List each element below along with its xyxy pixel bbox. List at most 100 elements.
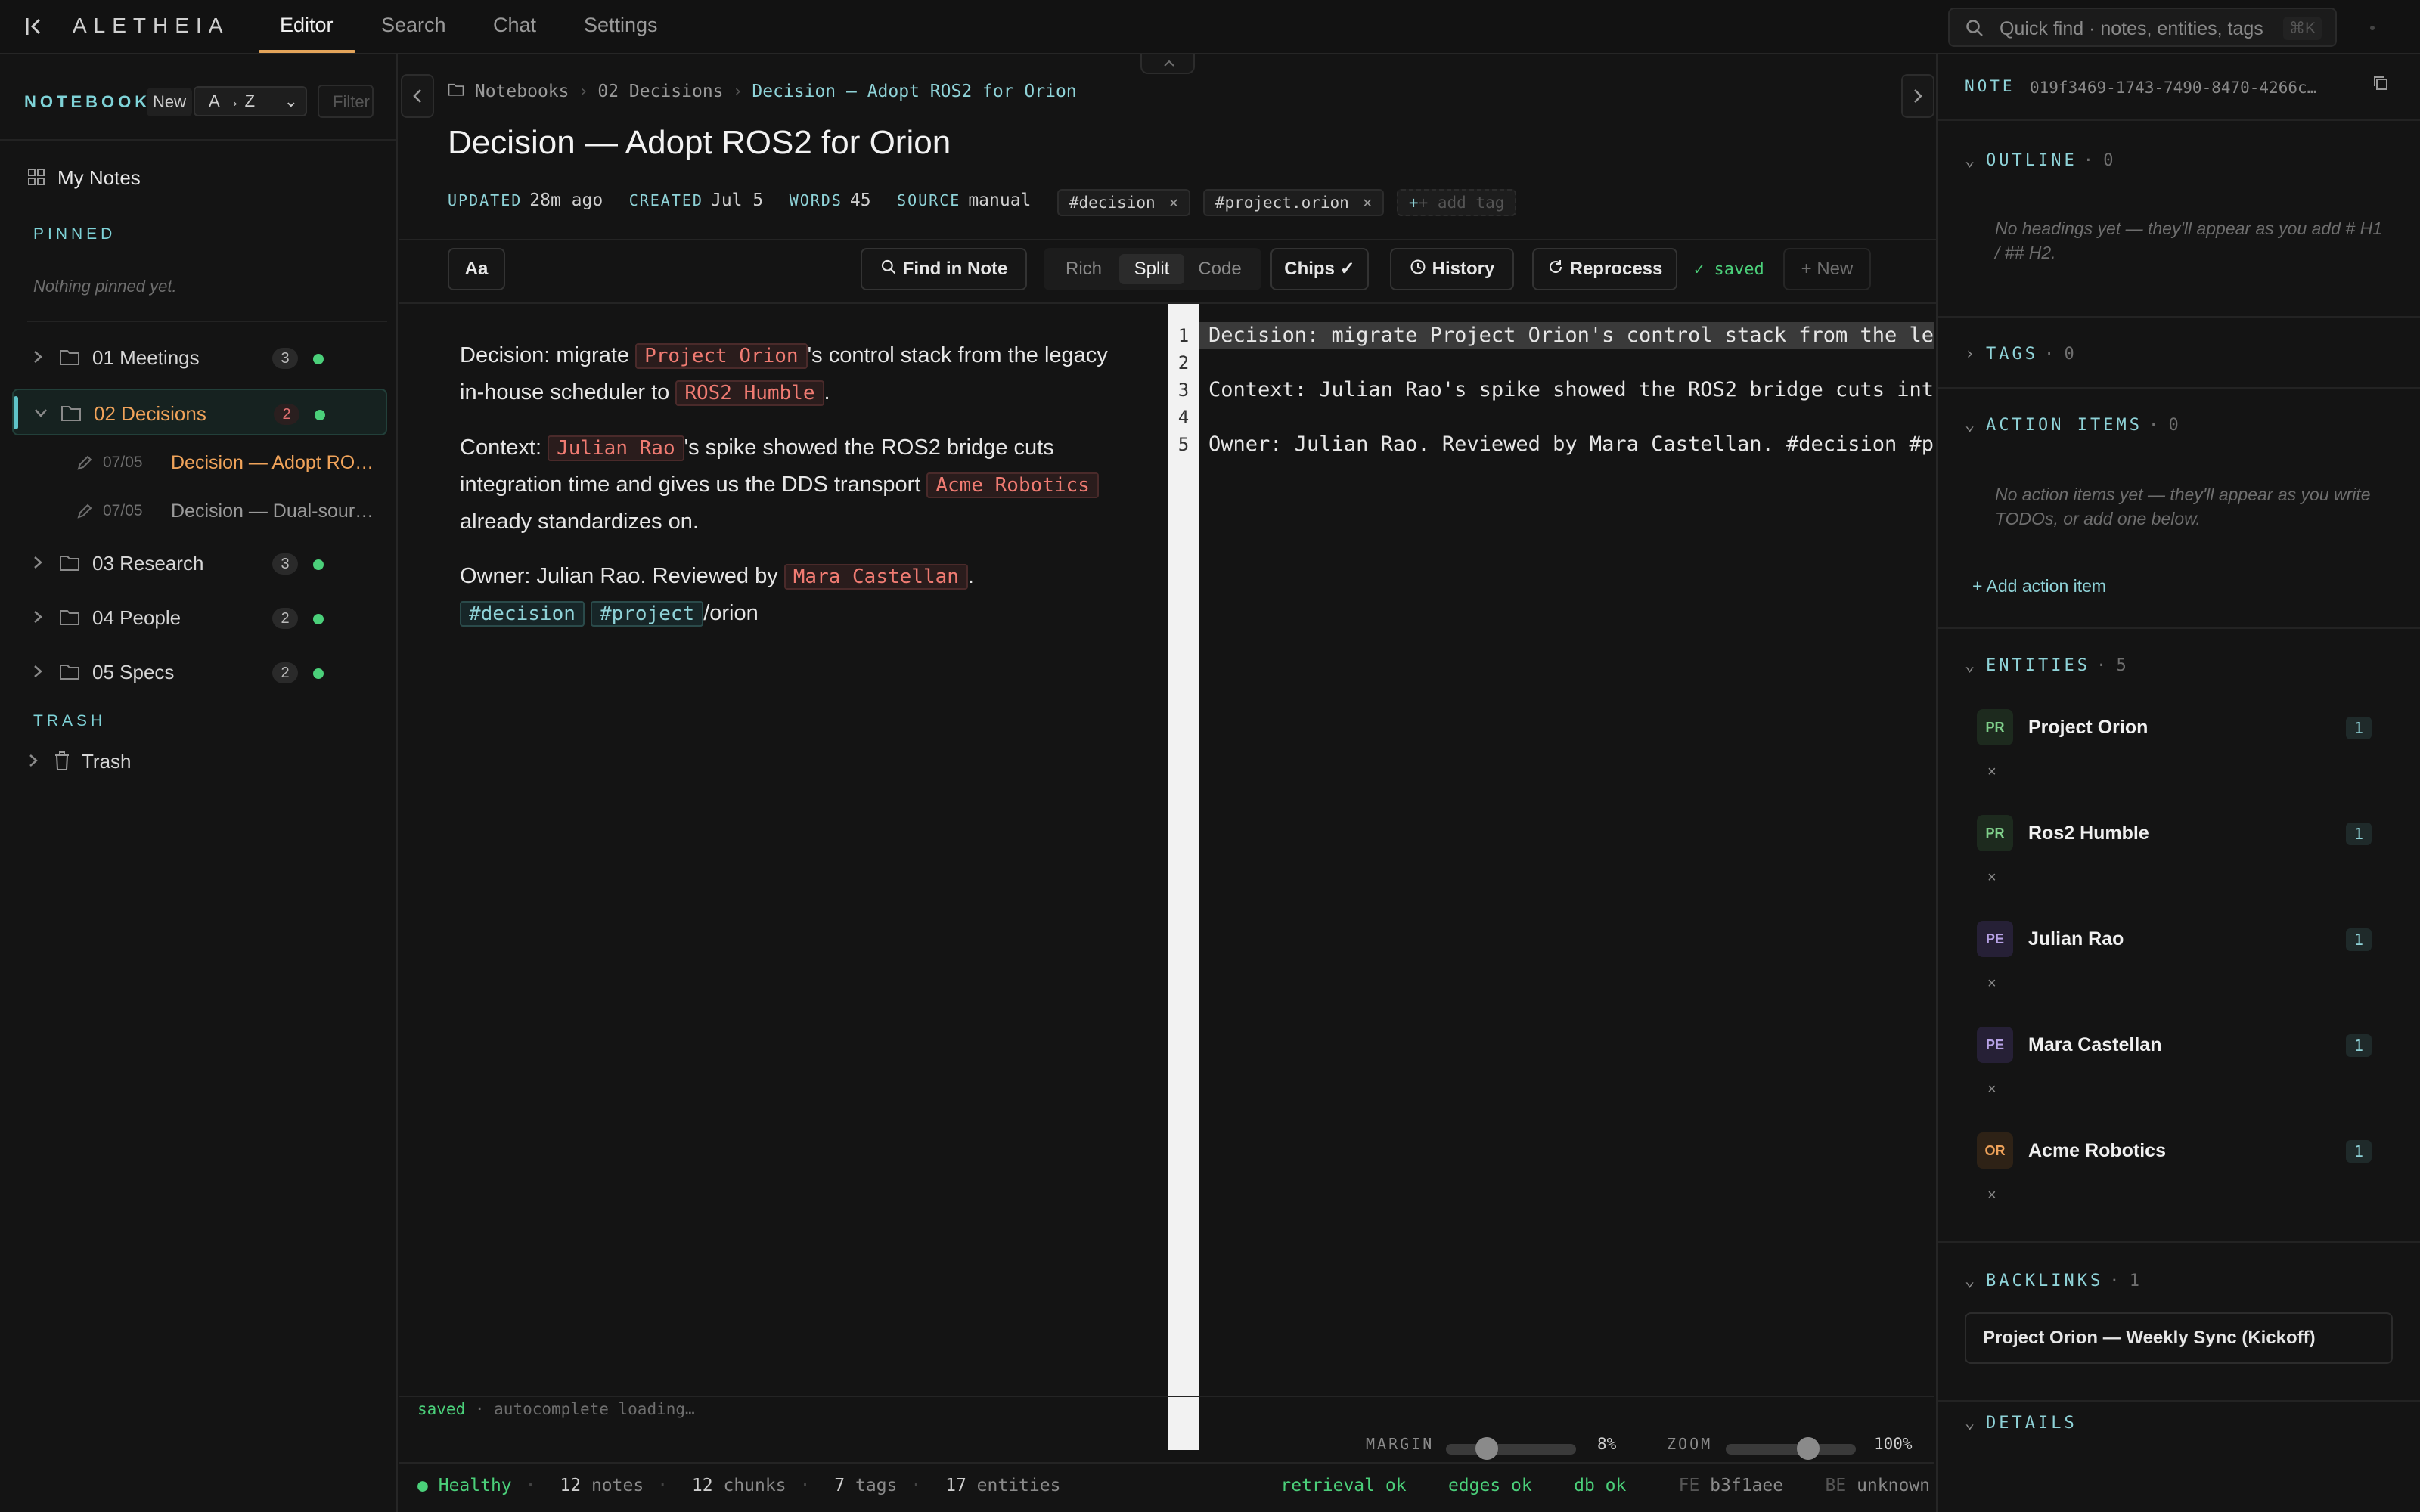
add-tag-button[interactable]: ++ add tag xyxy=(1396,189,1517,216)
text: Context: xyxy=(460,435,548,460)
entity-chip-project-orion[interactable]: Project Orion xyxy=(635,343,808,369)
remove-entity-icon[interactable]: × xyxy=(1987,1081,1996,1098)
remove-entity-icon[interactable]: × xyxy=(1987,975,1996,993)
hashtag-decision[interactable]: #decision xyxy=(460,601,585,627)
section-title: TAGS xyxy=(1986,345,2038,364)
entity-name[interactable]: Julian Rao xyxy=(2028,928,2124,950)
tab-search[interactable]: Search xyxy=(381,14,446,37)
folder-icon xyxy=(59,608,80,630)
entity-row[interactable]: PE Julian Rao 1 × xyxy=(1977,916,2400,1015)
chips-toggle-button[interactable]: Chips ✓ xyxy=(1270,248,1369,290)
folder-people[interactable]: 04 People 2 xyxy=(12,594,387,641)
entity-row[interactable]: OR Acme Robotics 1 × xyxy=(1977,1128,2400,1226)
backlink-item[interactable]: Project Orion — Weekly Sync (Kickoff) xyxy=(1965,1312,2393,1364)
chevron-down-icon: ⌄ xyxy=(1965,1414,1975,1433)
entity-name[interactable]: Ros2 Humble xyxy=(2028,823,2149,844)
copy-icon[interactable] xyxy=(2372,74,2390,96)
hashtag-project[interactable]: #project xyxy=(590,601,704,627)
paragraph: Decision: migrate Project Orion's contro… xyxy=(460,337,1110,411)
note-item-dual-source[interactable]: 07/05 Decision — Dual-source… xyxy=(76,493,386,531)
be-version: unknown xyxy=(1857,1476,1930,1495)
status-dot xyxy=(2370,26,2375,30)
fe-label: FE xyxy=(1678,1476,1700,1495)
slider-knob[interactable] xyxy=(1796,1437,1820,1460)
sort-select[interactable]: A → Z ⌄ xyxy=(194,86,307,116)
tab-settings[interactable]: Settings xyxy=(584,14,658,37)
entity-name[interactable]: Acme Robotics xyxy=(2028,1140,2166,1162)
folder-meetings[interactable]: 01 Meetings 3 xyxy=(12,334,387,381)
find-in-note-button[interactable]: Find in Note xyxy=(861,248,1027,290)
divider xyxy=(1938,316,2420,318)
entity-chip-mara-castellan[interactable]: Mara Castellan xyxy=(783,564,968,590)
meta-source: manual xyxy=(968,191,1032,211)
entity-row[interactable]: PE Mara Castellan 1 × xyxy=(1977,1022,2400,1120)
saved-indicator: ✓ saved xyxy=(1694,260,1764,279)
new-notebook-button[interactable]: New xyxy=(147,88,193,116)
trash-name: Trash xyxy=(82,750,132,773)
chevron-down-icon: ⌄ xyxy=(1965,151,1975,170)
entity-row[interactable]: PR Ros2 Humble 1 × xyxy=(1977,810,2400,909)
divider xyxy=(399,1462,1934,1464)
remove-entity-icon[interactable]: × xyxy=(1987,869,1996,887)
remove-entity-icon[interactable]: × xyxy=(1987,1187,1996,1204)
mode-split-button[interactable]: Split xyxy=(1119,254,1184,284)
entity-avatar: PR xyxy=(1977,815,2013,851)
folder-research[interactable]: 03 Research 3 xyxy=(12,540,387,587)
chevron-right-icon xyxy=(26,751,41,773)
filter-input[interactable]: Filter xyxy=(318,85,374,118)
font-button[interactable]: Aa xyxy=(448,248,505,290)
action-items-section-header[interactable]: ⌄ ACTION ITEMS · 0 xyxy=(1965,416,2179,435)
meta-label: UPDATED xyxy=(448,191,523,210)
entity-row[interactable]: PR Project Orion 1 × xyxy=(1977,705,2400,803)
code-line: Context: Julian Rao's spike showed the R… xyxy=(1208,378,1934,401)
breadcrumb-folder[interactable]: 02 Decisions xyxy=(597,82,723,101)
reprocess-button[interactable]: Reprocess xyxy=(1532,248,1677,290)
margin-slider[interactable] xyxy=(1446,1437,1576,1460)
remove-tag-icon[interactable]: × xyxy=(1169,194,1179,212)
note-date: 07/05 xyxy=(103,502,143,519)
chunks-label: chunks xyxy=(723,1476,786,1495)
entity-chip-ros2-humble[interactable]: ROS2 Humble xyxy=(675,380,824,406)
my-notes-link[interactable]: My Notes xyxy=(27,166,141,191)
collapse-sidebar-icon[interactable] xyxy=(24,15,48,39)
tag-chip-decision[interactable]: #decision × xyxy=(1056,189,1191,216)
entities-section-header[interactable]: ⌄ ENTITIES · 5 xyxy=(1965,656,2127,675)
tag-chip-project-orion[interactable]: #project.orion × xyxy=(1202,189,1385,216)
collapse-right-icon[interactable] xyxy=(1901,74,1934,118)
note-item-adopt-ros2[interactable]: 07/05 Decision — Adopt ROS2 for Orion xyxy=(76,445,386,482)
folder-specs[interactable]: 05 Specs 2 xyxy=(12,649,387,696)
tags-section-header[interactable]: › TAGS · 0 xyxy=(1965,345,2074,364)
notes-label: notes xyxy=(591,1476,644,1495)
breadcrumb-notebooks[interactable]: Notebooks xyxy=(475,82,569,101)
outline-section-header[interactable]: ⌄ OUTLINE · 0 xyxy=(1965,151,2113,170)
tab-editor[interactable]: Editor xyxy=(280,14,334,37)
entity-chip-acme-robotics[interactable]: Acme Robotics xyxy=(926,472,1099,498)
history-button[interactable]: History xyxy=(1390,248,1514,290)
entity-name[interactable]: Project Orion xyxy=(2028,717,2148,739)
trash-folder[interactable]: Trash xyxy=(12,738,387,785)
chevron-down-icon: ⌄ xyxy=(1965,1272,1975,1290)
mode-code-button[interactable]: Code xyxy=(1187,254,1252,284)
divider xyxy=(399,239,1936,240)
entity-name[interactable]: Mara Castellan xyxy=(2028,1034,2161,1056)
shortcut-hint: ⌘K xyxy=(2282,17,2322,40)
remove-tag-icon[interactable]: × xyxy=(1363,194,1373,212)
tab-chat[interactable]: Chat xyxy=(493,14,536,37)
slider-knob[interactable] xyxy=(1475,1437,1498,1460)
mode-rich-button[interactable]: Rich xyxy=(1051,254,1116,284)
quick-find-input[interactable]: Quick find · notes, entities, tags ⌘K xyxy=(1948,8,2337,47)
new-note-button[interactable]: + New xyxy=(1783,248,1871,290)
entity-chip-julian-rao[interactable]: Julian Rao xyxy=(548,435,684,461)
folder-decisions[interactable]: 02 Decisions 2 xyxy=(12,389,387,435)
code-editor[interactable]: 1 2 3 4 5 Decision: migrate Project Orio… xyxy=(1168,304,1934,1450)
collapse-left-icon[interactable] xyxy=(401,74,434,118)
remove-entity-icon[interactable]: × xyxy=(1987,764,1996,781)
note-title[interactable]: Decision — Adopt ROS2 for Orion xyxy=(448,124,951,162)
details-section-header[interactable]: ⌄ DETAILS xyxy=(1965,1414,2077,1433)
chevron-up-icon[interactable] xyxy=(1140,54,1195,74)
backlinks-section-header[interactable]: ⌄ BACKLINKS · 1 xyxy=(1965,1272,2139,1290)
rich-text-view[interactable]: Decision: migrate Project Orion's contro… xyxy=(460,337,1110,650)
zoom-slider[interactable] xyxy=(1726,1437,1856,1460)
add-action-item-button[interactable]: + Add action item xyxy=(1972,576,2106,596)
